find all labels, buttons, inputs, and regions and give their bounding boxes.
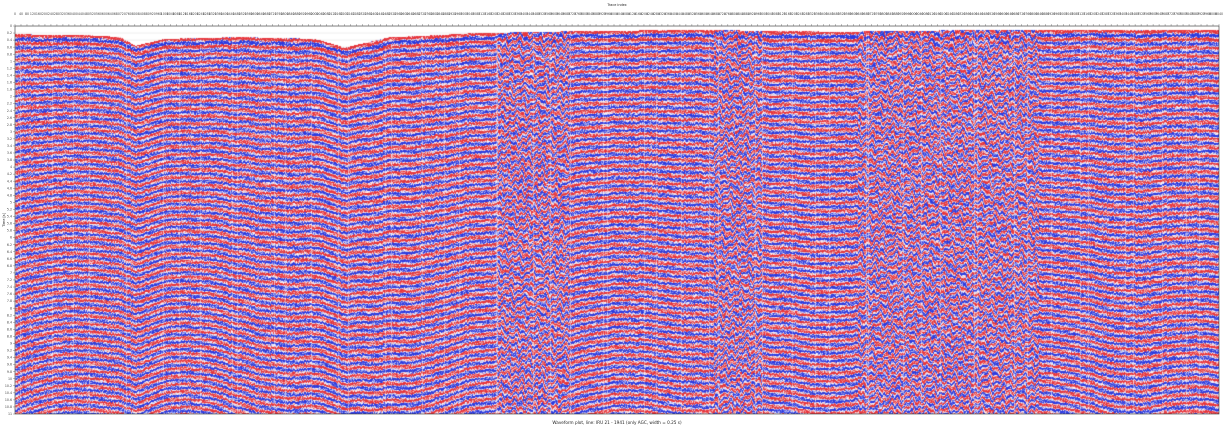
y-tick-label: 0.8: [7, 52, 12, 56]
y-tick-label: 4.8: [7, 193, 12, 197]
y-tick-label: 0.2: [7, 31, 12, 35]
y-tick-label: 5.2: [7, 208, 12, 212]
y-tick-label: 8.4: [7, 320, 12, 324]
y-tick-label: 10: [8, 377, 12, 381]
y-tick-label: 7: [10, 271, 12, 275]
y-tick-label: 4.6: [7, 186, 12, 190]
y-tick-label: 2.8: [7, 123, 12, 127]
waveform-plot-area: [15, 26, 1219, 414]
y-tick-label: 8.8: [7, 335, 12, 339]
y-tick-label: 7.8: [7, 299, 12, 303]
x-tick-label: 0: [14, 12, 16, 16]
y-tick-label: 11: [8, 412, 12, 416]
y-tick-label: 2: [10, 95, 12, 99]
waveform-figure: Trace index Time [s] 0 40 80 120 160 200 240 28…: [0, 0, 1230, 432]
x-tick-label: 8040: [1215, 12, 1223, 16]
figure-caption: Waveform plot, line: IRU 21 - 1941 (only…: [552, 420, 682, 425]
y-tick-label: 10.8: [5, 405, 12, 409]
y-tick-label: 1: [10, 59, 12, 63]
y-tick-label: 4.4: [7, 179, 12, 183]
y-tick-label: 1.2: [7, 66, 12, 70]
y-tick-label: 2.6: [7, 116, 12, 120]
y-tick-label: 5.4: [7, 215, 12, 219]
y-tick-label: 3.4: [7, 144, 12, 148]
y-tick-label: 3.2: [7, 137, 12, 141]
y-tick-label: 8: [10, 306, 12, 310]
y-tick-label: 2.2: [7, 102, 12, 106]
y-tick-label: 0.6: [7, 45, 12, 49]
y-tick-label: 5.6: [7, 222, 12, 226]
y-tick-label: 7.2: [7, 278, 12, 282]
y-tick-label: 0: [10, 24, 12, 28]
y-tick-label: 1.8: [7, 88, 12, 92]
y-tick-label: 10.2: [5, 384, 12, 388]
y-tick-label: 8.2: [7, 313, 12, 317]
y-tick-label: 4.2: [7, 172, 12, 176]
y-tick-label: 7.6: [7, 292, 12, 296]
y-tick-label: 9.4: [7, 356, 12, 360]
y-tick-label: 9.2: [7, 349, 12, 353]
y-tick-label: 1.6: [7, 81, 12, 85]
y-tick-label: 8.6: [7, 327, 12, 331]
y-tick-label: 2.4: [7, 109, 12, 113]
y-tick-label: 6: [10, 236, 12, 240]
y-tick-label: 9: [10, 342, 12, 346]
x-tick-label: 80: [25, 12, 29, 16]
y-tick-label: 6.8: [7, 264, 12, 268]
y-tick-label: 6.4: [7, 250, 12, 254]
y-tick-label: 4: [10, 165, 12, 169]
y-tick-label: 0.4: [7, 38, 12, 42]
plot-area-container: [15, 26, 1219, 414]
y-tick-label: 3: [10, 130, 12, 134]
y-tick-label: 3.6: [7, 151, 12, 155]
y-tick-label: 1.4: [7, 73, 12, 77]
y-tick-label: 3.8: [7, 158, 12, 162]
y-tick-label: 10.6: [5, 398, 12, 402]
x-axis-title: Trace index: [606, 3, 626, 7]
y-tick-label: 7.4: [7, 285, 12, 289]
x-tick-label: 40: [19, 12, 23, 16]
y-tick-label: 5.8: [7, 229, 12, 233]
y-tick-label: 9.6: [7, 363, 12, 367]
y-tick-label: 10.4: [5, 391, 12, 395]
y-axis-title: Time [s]: [2, 212, 6, 227]
y-tick-label: 9.8: [7, 370, 12, 374]
y-tick-label: 6.2: [7, 243, 12, 247]
y-tick-label: 6.6: [7, 257, 12, 261]
y-tick-label: 5: [10, 200, 12, 204]
